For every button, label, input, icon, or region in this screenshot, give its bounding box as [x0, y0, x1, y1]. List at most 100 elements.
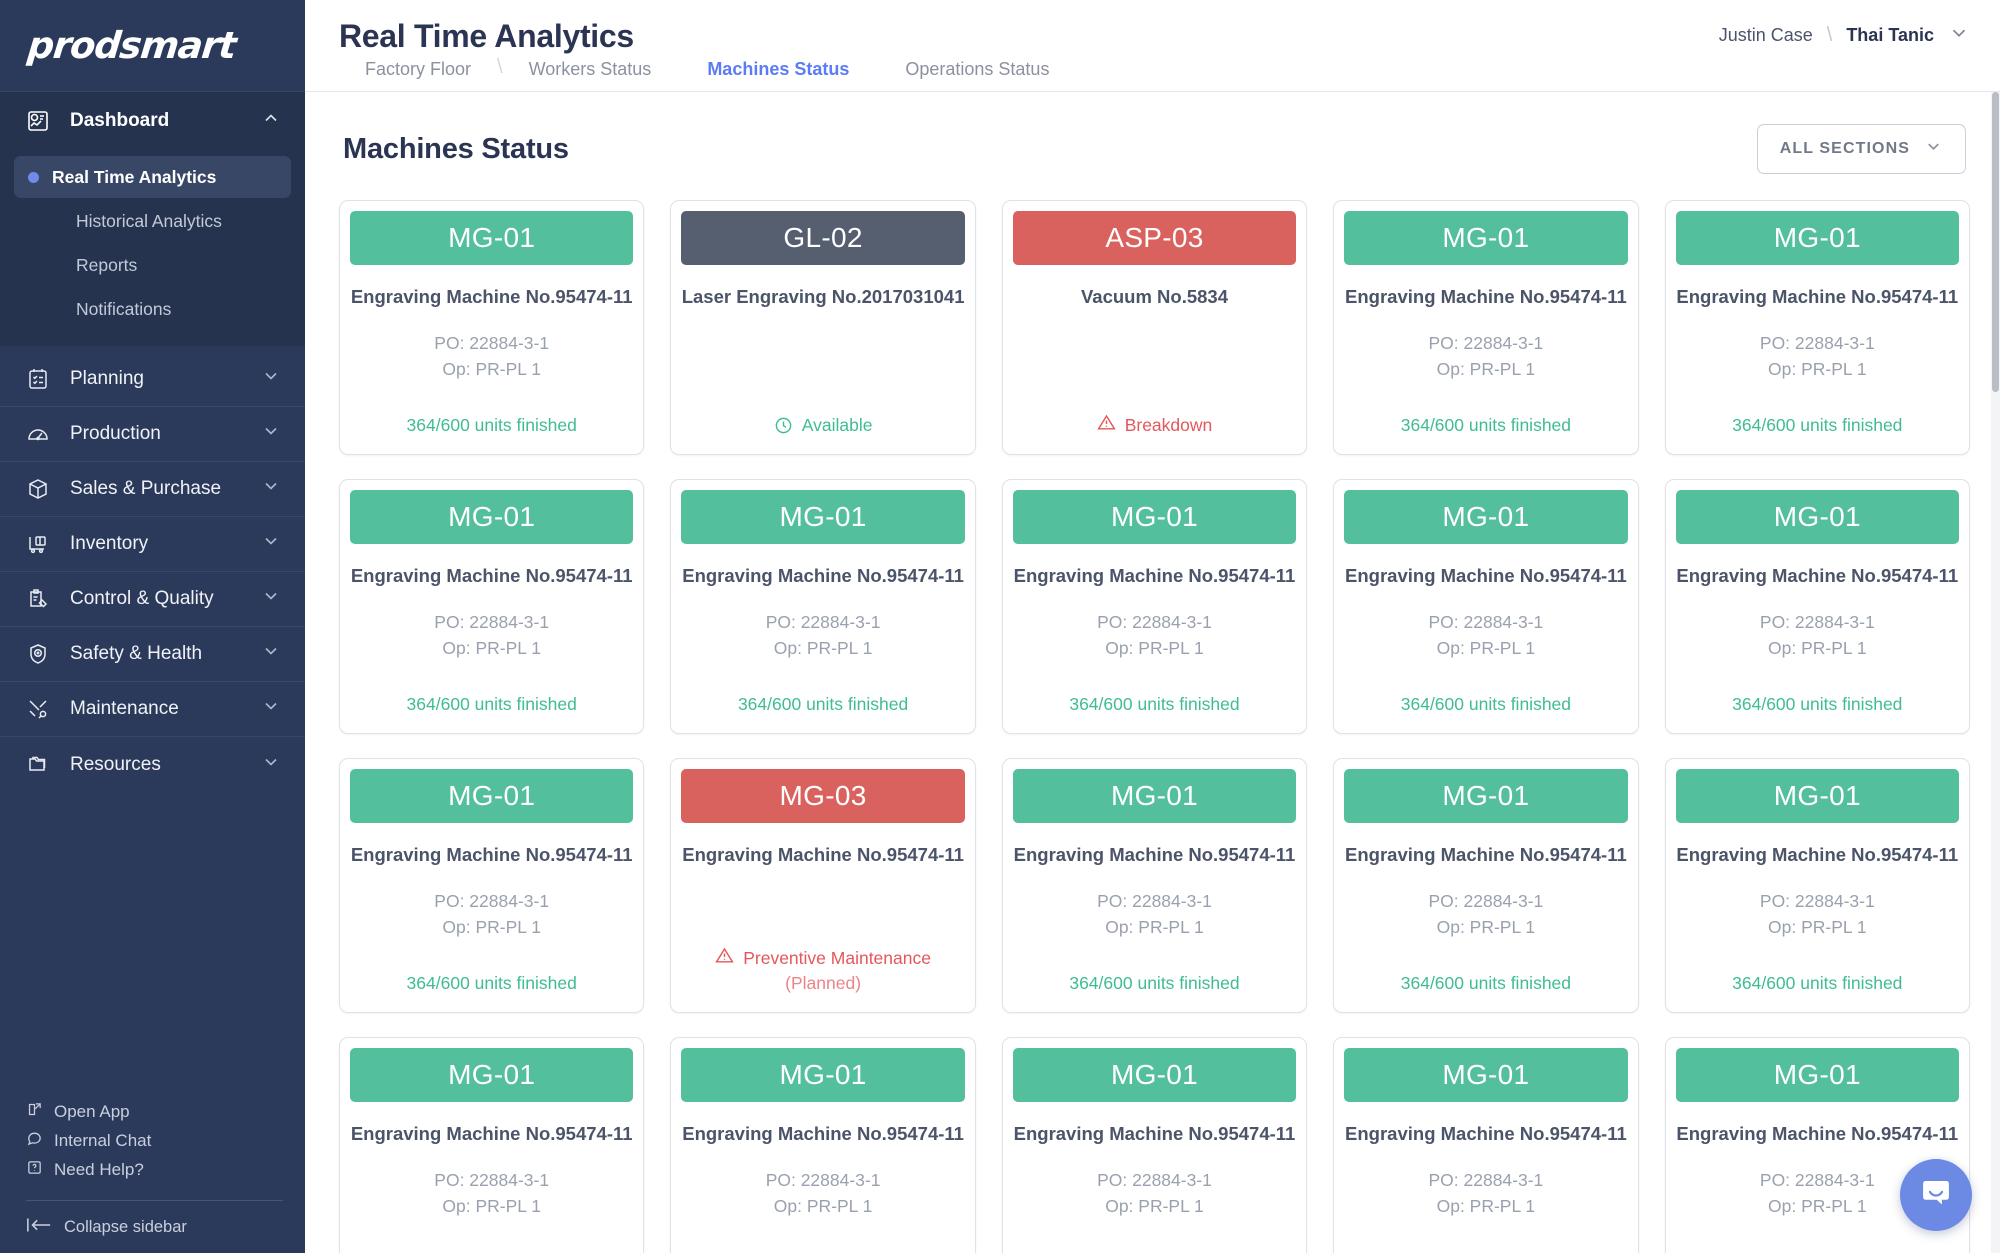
machine-card[interactable]: MG-01 Engraving Machine No.95474-11 PO: 22…	[1333, 1037, 1639, 1253]
sidebar-item-sales-purchase[interactable]: Sales & Purchase	[0, 462, 305, 517]
machine-code-badge: MG-01	[1012, 490, 1297, 544]
machine-po: PO: 22884-3-1	[1759, 1169, 1875, 1190]
sidebar-item-label: Resources	[70, 753, 161, 775]
sidebar-item-reports[interactable]: Reports	[14, 244, 291, 286]
content-header: Machines Status ALL SECTIONS	[339, 92, 1970, 200]
machine-code-badge: MG-01	[1675, 769, 1959, 823]
machine-status: Breakdown	[1097, 395, 1212, 438]
org-name: Thai Tanic	[1846, 25, 1934, 45]
sidebar-item-production[interactable]: Production	[0, 407, 305, 462]
machine-card[interactable]: MG-01 Engraving Machine No.95474-11 PO: 22…	[1001, 758, 1308, 1013]
sidebar-item-notifications[interactable]: Notifications	[14, 288, 291, 330]
machine-op: Op: PR-PL 1	[1436, 638, 1536, 659]
sidebar-footer-need-help[interactable]: Need Help?	[26, 1155, 305, 1184]
machine-code-badge: MG-01	[1012, 769, 1297, 823]
machine-status: 364/600 units finished	[1732, 1232, 1902, 1253]
chevron-down-icon	[261, 531, 281, 557]
sidebar-item-control-quality[interactable]: Control & Quality	[0, 572, 305, 627]
machine-card[interactable]: MG-01 Engraving Machine No.95474-11 PO: 22…	[1664, 479, 1970, 734]
machine-card[interactable]: MG-01 Engraving Machine No.95474-11 PO: 22…	[1333, 200, 1639, 455]
machine-name: Engraving Machine No.95474-11	[1013, 1123, 1296, 1144]
machine-meta: PO: 22884-3-1 Op: PR-PL 1	[1428, 1167, 1543, 1220]
machine-card[interactable]: ASP-03 Vacuum No.5834 Breakdown	[1001, 200, 1308, 455]
machine-card[interactable]: MG-01 Engraving Machine No.95474-11 PO: 22…	[1333, 758, 1639, 1013]
sidebar-item-inventory[interactable]: Inventory	[0, 517, 305, 572]
machine-status: 364/600 units finished	[1732, 973, 1903, 994]
sidebar-footer-label: Internal Chat	[54, 1130, 152, 1150]
machine-card[interactable]: MG-01 Engraving Machine No.95474-11 PO: 22…	[1664, 758, 1970, 1013]
machine-op: Op: PR-PL 1	[1768, 359, 1867, 380]
machine-card-grid: MG-01 Engraving Machine No.95474-11 PO: 22…	[339, 200, 1970, 1253]
machine-status: 364/600 units finished	[1069, 973, 1240, 994]
sidebar-group-dashboard[interactable]: Dashboard	[0, 92, 305, 150]
machine-card[interactable]: MG-01 Engraving Machine No.95474-11 PO: 22…	[1664, 200, 1970, 455]
machine-meta: PO: 22884-3-1 Op: PR-PL 1	[1428, 609, 1543, 662]
clock-icon	[774, 416, 793, 435]
machine-card[interactable]: MG-01 Engraving Machine No.95474-11 PO: 22…	[339, 200, 645, 455]
tab-machines-status[interactable]: Machines Status	[677, 46, 880, 93]
tab-workers-status[interactable]: Workers Status	[503, 46, 678, 92]
arrow-left-icon	[26, 1216, 52, 1239]
sidebar-item-resources[interactable]: Resources	[0, 737, 305, 792]
machine-name: Vacuum No.5834	[1080, 286, 1229, 307]
chevron-down-icon	[261, 696, 281, 722]
machine-meta: PO: 22884-3-1 Op: PR-PL 1	[434, 609, 549, 662]
chat-launcher-button[interactable]	[1900, 1159, 1972, 1231]
machine-card[interactable]: MG-01 Engraving Machine No.95474-11 PO: 22…	[1333, 479, 1639, 734]
machine-card[interactable]: MG-01 Engraving Machine No.95474-11 PO: 22…	[339, 479, 645, 734]
machine-card[interactable]: MG-01 Engraving Machine No.95474-11 PO: 22…	[1001, 479, 1308, 734]
machine-card[interactable]: GL-02 Laser Engraving No.2017031041 Availa…	[670, 200, 976, 455]
chevron-down-icon	[261, 366, 281, 392]
collapse-sidebar-button[interactable]: Collapse sidebar	[26, 1201, 305, 1253]
sidebar-footer-internal-chat[interactable]: Internal Chat	[26, 1126, 305, 1155]
machine-op: Op: PR-PL 1	[773, 1196, 873, 1217]
scrollbar-thumb[interactable]	[1992, 92, 1999, 392]
machine-code-badge: MG-01	[1675, 211, 1959, 265]
machine-status: 364/600 units finished	[407, 1232, 577, 1253]
sidebar-item-maintenance[interactable]: Maintenance	[0, 682, 305, 737]
active-dot-icon	[28, 171, 39, 183]
app-root: prodsmart Dashboard Real Time Analytics	[0, 0, 2000, 1253]
sidebar-item-label: Planning	[70, 368, 144, 389]
sidebar-item-label: Production	[70, 423, 161, 444]
machine-card[interactable]: MG-01 Engraving Machine No.95474-11 PO: 22…	[339, 1037, 645, 1253]
machine-card[interactable]: MG-03 Engraving Machine No.95474-11 Preven…	[670, 758, 976, 1013]
sidebar-footer-open-app[interactable]: Open App	[26, 1097, 305, 1126]
chevron-up-icon	[261, 108, 281, 134]
machine-card[interactable]: MG-01 Engraving Machine No.95474-11 PO: 22…	[339, 758, 645, 1013]
machine-code-badge: MG-01	[681, 490, 965, 544]
clipboard-pen-icon	[26, 587, 56, 611]
machine-card[interactable]: MG-01 Engraving Machine No.95474-11 PO: 22…	[670, 479, 976, 734]
machine-op: Op: PR-PL 1	[1436, 359, 1536, 380]
tab-factory-floor[interactable]: Factory Floor	[339, 46, 497, 92]
section-title: Machines Status	[343, 132, 569, 165]
machine-po: PO: 22884-3-1	[765, 1169, 881, 1190]
machine-po: PO: 22884-3-1	[1428, 611, 1544, 632]
tab-operations-status[interactable]: Operations Status	[879, 46, 1075, 92]
machine-card[interactable]: MG-01 Engraving Machine No.95474-11 PO: 22…	[1001, 1037, 1308, 1253]
machine-op: Op: PR-PL 1	[1105, 1196, 1204, 1217]
all-sections-filter-button[interactable]: ALL SECTIONS	[1756, 124, 1966, 174]
user-menu[interactable]: Justin Case \ Thai Tanic	[1719, 0, 2000, 49]
sidebar-item-safety-health[interactable]: Safety & Health	[0, 627, 305, 682]
sidebar-item-planning[interactable]: Planning	[0, 352, 305, 407]
machine-meta: PO: 22884-3-1 Op: PR-PL 1	[766, 609, 881, 662]
machine-name: Engraving Machine No.95474-11	[350, 565, 633, 586]
machine-po: PO: 22884-3-1	[434, 1169, 550, 1190]
machine-name: Engraving Machine No.95474-11	[1676, 565, 1959, 586]
machine-name: Engraving Machine No.95474-11	[1345, 1123, 1627, 1144]
machine-card[interactable]: MG-01 Engraving Machine No.95474-11 PO: 22…	[670, 1037, 976, 1253]
logo[interactable]: prodsmart	[0, 0, 305, 92]
sidebar-item-real-time-analytics[interactable]: Real Time Analytics	[14, 156, 291, 198]
folders-icon	[26, 753, 56, 777]
machine-status: 364/600 units finished	[1401, 1232, 1571, 1253]
vertical-scrollbar[interactable]	[1991, 92, 2000, 1253]
machine-name: Engraving Machine No.95474-11	[1013, 844, 1296, 865]
machine-po: PO: 22884-3-1	[765, 611, 881, 632]
machine-name: Engraving Machine No.95474-11	[682, 1123, 964, 1144]
machine-po: PO: 22884-3-1	[1097, 1169, 1212, 1190]
all-sections-label: ALL SECTIONS	[1779, 140, 1910, 157]
machine-meta: PO: 22884-3-1 Op: PR-PL 1	[434, 1167, 549, 1220]
sidebar-item-historical-analytics[interactable]: Historical Analytics	[14, 200, 291, 242]
sidebar-subnav: Real Time Analytics Historical Analytics…	[0, 150, 305, 346]
